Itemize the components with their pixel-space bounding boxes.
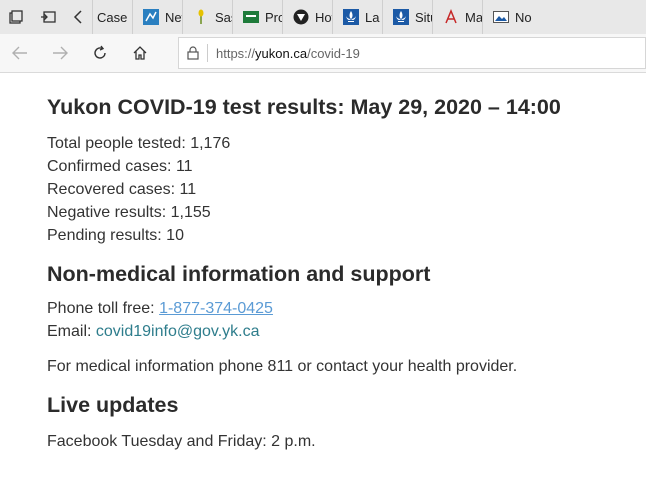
tab-actions-button[interactable] xyxy=(0,0,32,34)
home-button[interactable] xyxy=(120,34,160,72)
stat-recovered: Recovered cases: 11 xyxy=(47,181,197,198)
browser-tab[interactable]: Prov xyxy=(232,0,282,34)
support-heading: Non-medical information and support xyxy=(47,262,431,286)
tab-title: Situ xyxy=(415,9,432,25)
tab-title: Prov xyxy=(265,9,282,25)
set-aside-tabs-button[interactable] xyxy=(32,0,64,34)
email-line: Email: covid19info@gov.yk.ca xyxy=(47,320,637,343)
back-button[interactable] xyxy=(0,34,40,72)
url-domain: yukon.ca xyxy=(255,45,308,61)
browser-tab[interactable]: Situ xyxy=(382,0,432,34)
phone-link[interactable]: 1-877-374-0425 xyxy=(159,300,273,317)
refresh-button[interactable] xyxy=(80,34,120,72)
lock-icon xyxy=(187,46,199,60)
navigation-bar: https://yukon.ca/covid-19 xyxy=(0,34,646,73)
email-label: Email: xyxy=(47,323,96,340)
set-aside-tabs-icon xyxy=(41,11,56,23)
shield-icon xyxy=(293,9,309,25)
chevron-left-icon xyxy=(73,10,82,24)
wheat-icon xyxy=(193,9,209,25)
page-title: Yukon COVID-19 test results: May 29, 202… xyxy=(47,95,561,119)
browser-tab[interactable]: Case xyxy=(92,0,132,34)
phone-line: Phone toll free: 1-877-374-0425 xyxy=(47,297,637,320)
arrow-right-icon xyxy=(53,46,68,60)
tab-title: Sask xyxy=(215,9,232,25)
fleur-de-lis-icon xyxy=(343,9,359,25)
address-divider xyxy=(207,44,208,62)
tab-title: New xyxy=(165,9,182,25)
phone-label: Phone toll free: xyxy=(47,300,160,317)
tab-title: La m xyxy=(365,9,382,25)
scroll-tabs-left-button[interactable] xyxy=(64,0,92,34)
tab-title: No xyxy=(515,9,532,25)
forward-button[interactable] xyxy=(40,34,80,72)
map-icon xyxy=(443,9,459,25)
page-content: Yukon COVID-19 test results: May 29, 202… xyxy=(47,92,637,453)
tab-title: Map xyxy=(465,9,482,25)
browser-tab[interactable]: Sask xyxy=(182,0,232,34)
browser-tab[interactable]: New xyxy=(132,0,182,34)
facebook-schedule: Facebook Tuesday and Friday: 2 p.m. xyxy=(47,433,316,450)
image-icon xyxy=(493,9,509,25)
url-prefix: https:// xyxy=(216,45,256,61)
email-link[interactable]: covid19info@gov.yk.ca xyxy=(96,323,260,340)
stat-negative: Negative results: 1,155 xyxy=(47,204,211,221)
arrow-left-icon xyxy=(12,46,27,60)
stat-confirmed: Confirmed cases: 11 xyxy=(47,158,193,175)
stat-pending: Pending results: 10 xyxy=(47,227,184,244)
address-bar[interactable]: https://yukon.ca/covid-19 xyxy=(178,37,646,69)
tab-strip: Case New Sask Prov How La m Situ xyxy=(0,0,646,35)
live-updates-heading: Live updates xyxy=(47,393,179,417)
browser-tab[interactable]: La m xyxy=(332,0,382,34)
tab-title: How xyxy=(315,9,332,25)
refresh-icon xyxy=(94,45,106,59)
flag-icon xyxy=(243,9,259,25)
chart-icon xyxy=(143,9,159,25)
medical-note: For medical information phone 811 or con… xyxy=(47,358,518,375)
stat-total-tested: Total people tested: 1,176 xyxy=(47,135,231,152)
tab-actions-icon xyxy=(9,10,23,24)
url-path: /covid-19 xyxy=(307,45,360,61)
home-icon xyxy=(133,46,147,60)
browser-tab[interactable]: No xyxy=(482,0,542,34)
fleur-de-lis-icon xyxy=(393,9,409,25)
browser-tab[interactable]: Map xyxy=(432,0,482,34)
tab-title: Case xyxy=(97,9,128,25)
browser-tab[interactable]: How xyxy=(282,0,332,34)
